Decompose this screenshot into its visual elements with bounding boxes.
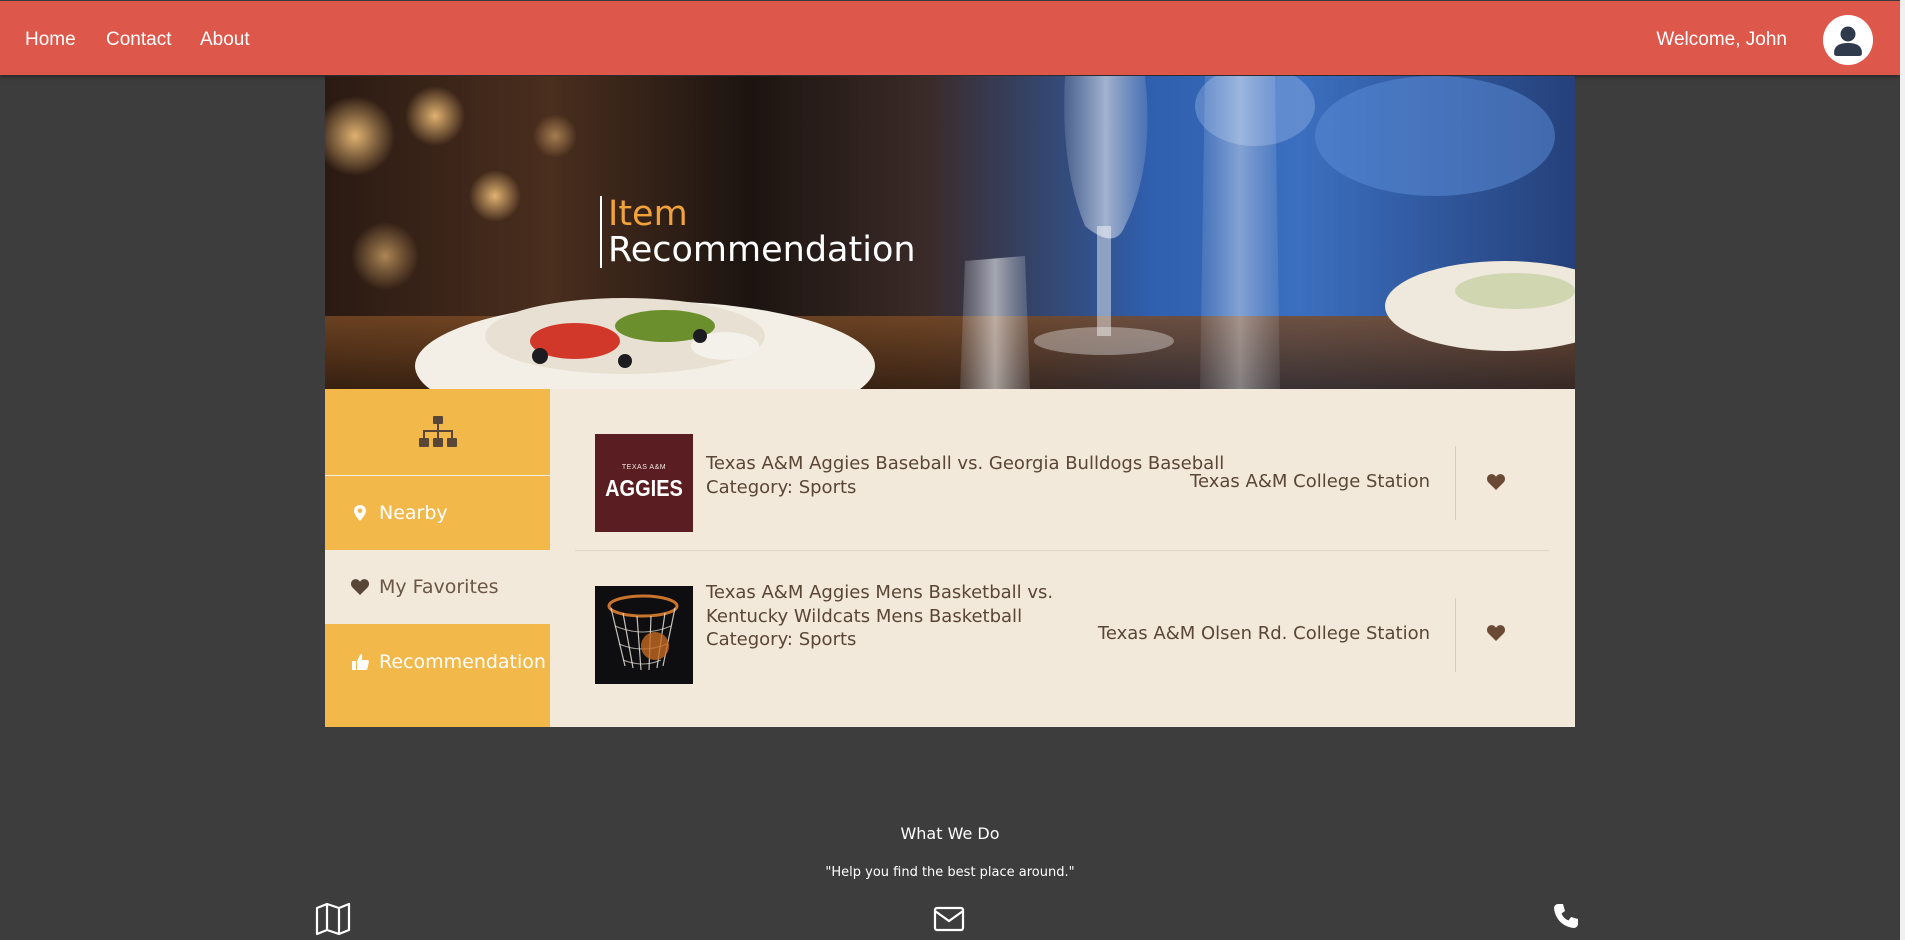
- sidebar-item-label: Recommendation: [379, 651, 546, 673]
- thumbs-up-icon: [349, 625, 371, 699]
- footer-quote: "Help you find the best place around.": [825, 865, 1075, 880]
- item-address: Texas A&M College Station: [1190, 471, 1430, 492]
- heart-icon: [1487, 474, 1505, 490]
- basketball-hoop-image: [595, 586, 693, 684]
- envelope-icon[interactable]: [929, 902, 969, 940]
- item-category: Category: Sports: [706, 629, 857, 650]
- item-name: Texas A&M Aggies Mens Basketball vs. Ken…: [706, 582, 1054, 627]
- thumb-logo-big-text: AGGIES: [605, 476, 683, 502]
- nav-home-link[interactable]: Home: [25, 1, 76, 77]
- user-icon: [1834, 26, 1862, 56]
- sidebar-item-recommendation[interactable]: Recommendation: [325, 625, 550, 699]
- banner-title-recommendation: Recommendation: [608, 230, 916, 270]
- banner-title: Item Recommendation: [600, 196, 916, 268]
- item-divider: [1455, 446, 1456, 520]
- sidebar-item-label: My Favorites: [379, 576, 499, 598]
- thumb-logo-small-text: TEXAS A&M: [621, 464, 667, 471]
- sidebar-header: [325, 389, 550, 476]
- item-name: Texas A&M Aggies Baseball vs. Georgia Bu…: [706, 453, 1225, 474]
- main-content: Nearby My Favorites Recommendation TEXAS…: [325, 389, 1575, 727]
- heart-icon: [349, 550, 371, 624]
- nav-contact-link[interactable]: Contact: [106, 1, 171, 77]
- item-category: Category: Sports: [706, 477, 857, 498]
- heart-icon: [1487, 625, 1505, 641]
- footer-title: What We Do: [900, 824, 1000, 843]
- top-navbar: Home Contact About Welcome, John: [0, 1, 1900, 75]
- sidebar: Nearby My Favorites Recommendation: [325, 389, 550, 727]
- nav-about-link[interactable]: About: [200, 1, 250, 77]
- sidebar-item-label: Nearby: [379, 502, 448, 524]
- phone-icon[interactable]: [1546, 902, 1586, 940]
- hero-banner: Item Recommendation: [325, 76, 1575, 389]
- banner-title-item: Item: [608, 194, 688, 234]
- item-address: Texas A&M Olsen Rd. College Station: [1097, 623, 1430, 644]
- sidebar-item-my-favorites[interactable]: My Favorites: [325, 550, 550, 624]
- item-divider: [1455, 598, 1456, 672]
- sidebar-item-nearby[interactable]: Nearby: [325, 476, 550, 550]
- map-marker-icon: [349, 476, 371, 550]
- scrollbar[interactable]: [1900, 0, 1905, 940]
- banner-image: [325, 76, 1575, 389]
- list-item[interactable]: TEXAS A&M AGGIES Texas A&M Aggies Baseba…: [575, 389, 1550, 551]
- user-avatar-button[interactable]: [1823, 15, 1873, 65]
- item-thumbnail: [595, 586, 693, 684]
- favorite-button[interactable]: [1480, 617, 1512, 649]
- favorite-button[interactable]: [1480, 466, 1512, 498]
- welcome-text: Welcome, John: [1656, 29, 1787, 50]
- map-icon[interactable]: [313, 902, 353, 940]
- sitemap-icon: [419, 416, 457, 447]
- list-item[interactable]: Texas A&M Aggies Mens Basketball vs. Ken…: [575, 551, 1550, 701]
- item-thumbnail: TEXAS A&M AGGIES: [595, 434, 693, 532]
